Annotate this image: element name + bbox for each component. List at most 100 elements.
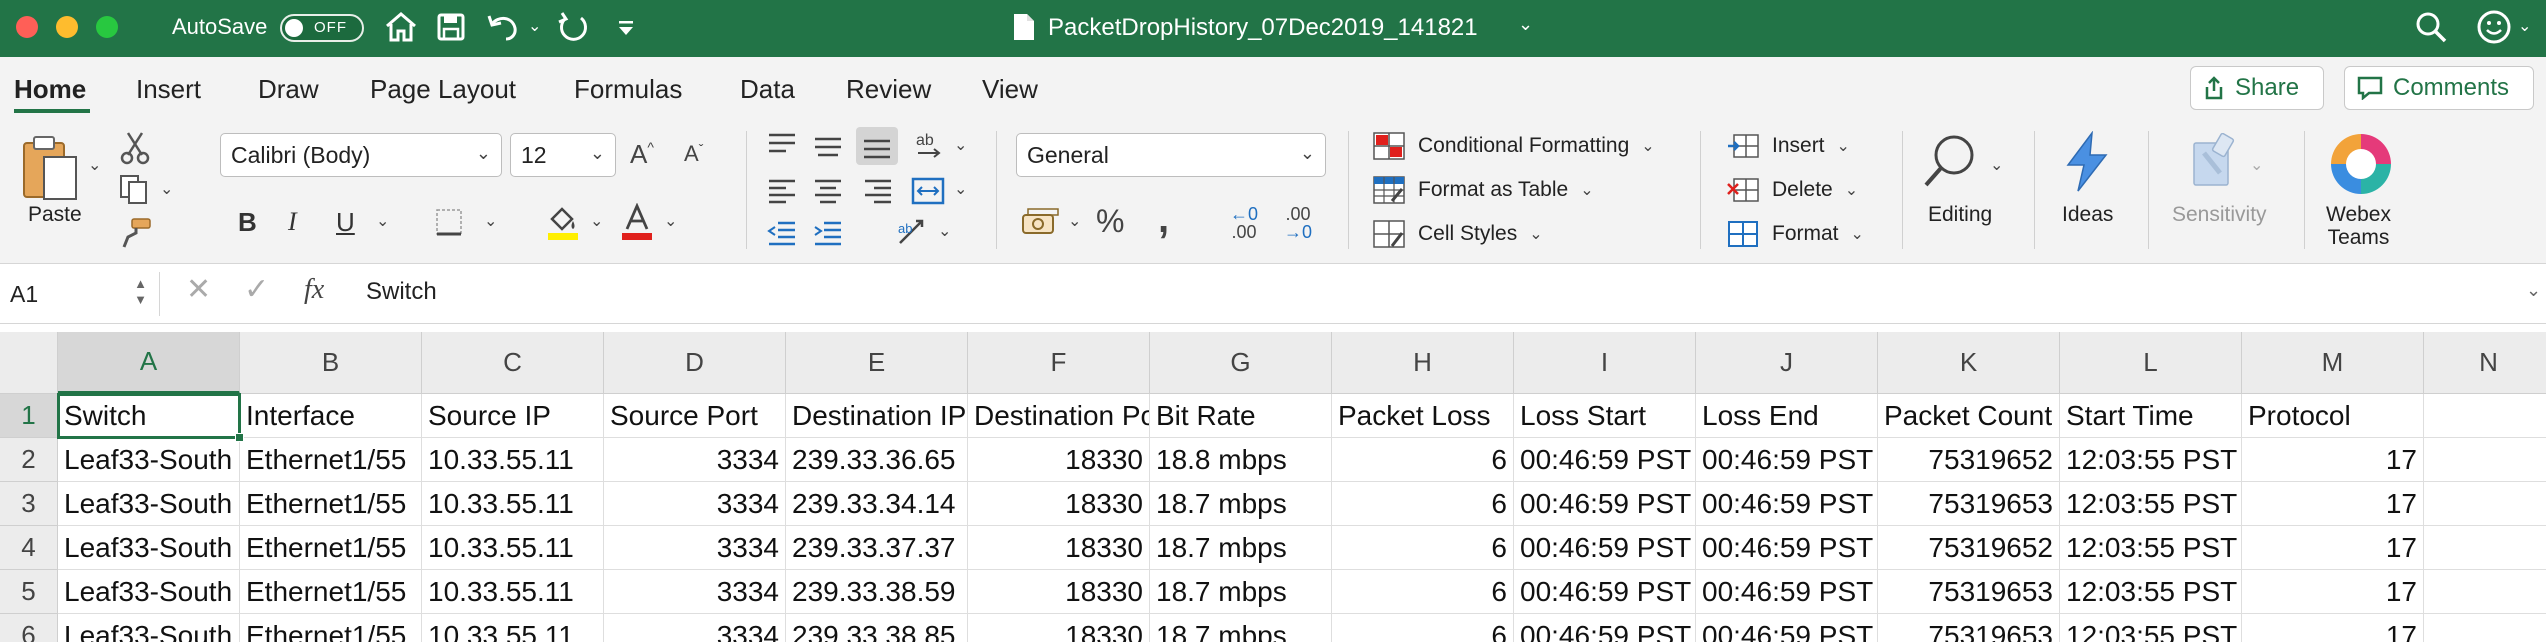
cell-b2[interactable]: Ethernet1/55	[240, 438, 422, 482]
cell-m6[interactable]: 17	[2242, 614, 2424, 642]
wrap-text-icon[interactable]	[910, 175, 946, 207]
expand-formula-bar-chevron-icon[interactable]: ⌄	[2526, 280, 2541, 301]
cell-b5[interactable]: Ethernet1/55	[240, 570, 422, 614]
cell-i4[interactable]: 00:46:59 PST	[1514, 526, 1696, 570]
align-center-icon[interactable]	[812, 177, 844, 205]
delete-cells-button[interactable]: Delete ⌄	[1726, 175, 1858, 205]
underline-chevron-icon[interactable]: ⌄	[376, 211, 389, 231]
decrease-indent-icon[interactable]	[766, 219, 798, 247]
tab-insert[interactable]: Insert	[136, 74, 201, 105]
cell-d2[interactable]: 3334	[604, 438, 786, 482]
cell-n5[interactable]	[2424, 570, 2546, 614]
column-header-h[interactable]: H	[1332, 332, 1514, 394]
tab-page-layout[interactable]: Page Layout	[370, 74, 516, 105]
cell-b6[interactable]: Ethernet1/55	[240, 614, 422, 642]
cell-m5[interactable]: 17	[2242, 570, 2424, 614]
percent-style-button[interactable]: %	[1096, 203, 1124, 240]
text-direction-icon[interactable]: ab	[896, 217, 932, 249]
feedback-chevron-icon[interactable]: ⌄	[2518, 16, 2531, 36]
cell-e2[interactable]: 239.33.36.65	[786, 438, 968, 482]
cell-m4[interactable]: 17	[2242, 526, 2424, 570]
paste-dropdown-chevron-icon[interactable]: ⌄	[88, 155, 101, 175]
cell-j5[interactable]: 00:46:59 PST	[1696, 570, 1878, 614]
align-left-icon[interactable]	[766, 177, 798, 205]
align-middle-icon[interactable]	[812, 131, 844, 161]
paste-icon[interactable]	[20, 133, 82, 205]
column-header-j[interactable]: J	[1696, 332, 1878, 394]
cell-d4[interactable]: 3334	[604, 526, 786, 570]
cell-a6[interactable]: Leaf33-South	[58, 614, 240, 642]
font-color-chevron-icon[interactable]: ⌄	[664, 211, 677, 231]
title-chevron-icon[interactable]: ⌄	[1518, 14, 1533, 35]
column-header-a[interactable]: A	[58, 332, 240, 394]
cell-a2[interactable]: Leaf33-South	[58, 438, 240, 482]
insert-cells-button[interactable]: Insert ⌄	[1726, 131, 1850, 161]
accounting-chevron-icon[interactable]: ⌄	[1068, 211, 1081, 231]
row-header-4[interactable]: 4	[0, 526, 58, 570]
cell-c2[interactable]: 10.33.55.11	[422, 438, 604, 482]
cell-k5[interactable]: 75319653	[1878, 570, 2060, 614]
row-header-5[interactable]: 5	[0, 570, 58, 614]
cell-j3[interactable]: 00:46:59 PST	[1696, 482, 1878, 526]
cell-n6[interactable]	[2424, 614, 2546, 642]
column-header-c[interactable]: C	[422, 332, 604, 394]
increase-indent-icon[interactable]	[812, 219, 844, 247]
cell-e4[interactable]: 239.33.37.37	[786, 526, 968, 570]
cell-c4[interactable]: 10.33.55.11	[422, 526, 604, 570]
format-as-table-button[interactable]: Format as Table ⌄	[1372, 175, 1594, 205]
cell-c3[interactable]: 10.33.55.11	[422, 482, 604, 526]
cell-g1[interactable]: Bit Rate	[1150, 394, 1332, 438]
tab-view[interactable]: View	[982, 74, 1038, 105]
cell-d6[interactable]: 3334	[604, 614, 786, 642]
cell-k6[interactable]: 75319653	[1878, 614, 2060, 642]
fill-color-icon[interactable]	[546, 203, 580, 241]
cell-h1[interactable]: Packet Loss	[1332, 394, 1514, 438]
cell-b3[interactable]: Ethernet1/55	[240, 482, 422, 526]
row-header-6[interactable]: 6	[0, 614, 58, 642]
name-box[interactable]: A1 ▲ ▼	[0, 272, 160, 316]
cancel-entry-icon[interactable]: ✕	[186, 272, 211, 307]
underline-button[interactable]: U	[336, 207, 355, 238]
decrease-decimal-button[interactable]: .00 →0	[1284, 205, 1312, 241]
cell-l1[interactable]: Start Time	[2060, 394, 2242, 438]
row-header-2[interactable]: 2	[0, 438, 58, 482]
tab-review[interactable]: Review	[846, 74, 931, 105]
format-painter-icon[interactable]	[118, 217, 152, 249]
select-all-corner[interactable]	[0, 332, 58, 394]
column-header-k[interactable]: K	[1878, 332, 2060, 394]
cell-k3[interactable]: 75319653	[1878, 482, 2060, 526]
column-header-m[interactable]: M	[2242, 332, 2424, 394]
column-header-d[interactable]: D	[604, 332, 786, 394]
bold-button[interactable]: B	[238, 207, 257, 238]
cell-b4[interactable]: Ethernet1/55	[240, 526, 422, 570]
search-icon[interactable]	[2414, 10, 2448, 44]
cell-g2[interactable]: 18.8 mbps	[1150, 438, 1332, 482]
cell-n3[interactable]	[2424, 482, 2546, 526]
fill-color-chevron-icon[interactable]: ⌄	[590, 211, 603, 231]
cell-i6[interactable]: 00:46:59 PST	[1514, 614, 1696, 642]
cell-e6[interactable]: 239.33.38.85	[786, 614, 968, 642]
cut-icon[interactable]	[120, 131, 150, 165]
cell-a4[interactable]: Leaf33-South	[58, 526, 240, 570]
font-name-select[interactable]: Calibri (Body) ⌄	[220, 133, 502, 177]
cell-styles-button[interactable]: Cell Styles ⌄	[1372, 219, 1543, 249]
save-icon[interactable]	[436, 12, 466, 42]
comma-style-button[interactable]: ,	[1158, 197, 1169, 242]
column-header-l[interactable]: L	[2060, 332, 2242, 394]
cell-d5[interactable]: 3334	[604, 570, 786, 614]
cell-b1[interactable]: Interface	[240, 394, 422, 438]
insert-function-button[interactable]: fx	[304, 274, 324, 306]
formula-input[interactable]: Switch	[366, 278, 437, 306]
borders-icon[interactable]	[434, 207, 464, 237]
font-color-icon[interactable]	[620, 203, 654, 241]
column-header-i[interactable]: I	[1514, 332, 1696, 394]
cell-g6[interactable]: 18.7 mbps	[1150, 614, 1332, 642]
share-button[interactable]: Share	[2190, 66, 2324, 110]
cell-i1[interactable]: Loss Start	[1514, 394, 1696, 438]
cell-f4[interactable]: 18330	[968, 526, 1150, 570]
cell-c5[interactable]: 10.33.55.11	[422, 570, 604, 614]
cell-i2[interactable]: 00:46:59 PST	[1514, 438, 1696, 482]
cell-e1[interactable]: Destination IP	[786, 394, 968, 438]
cell-j4[interactable]: 00:46:59 PST	[1696, 526, 1878, 570]
close-window-button[interactable]	[16, 16, 38, 38]
